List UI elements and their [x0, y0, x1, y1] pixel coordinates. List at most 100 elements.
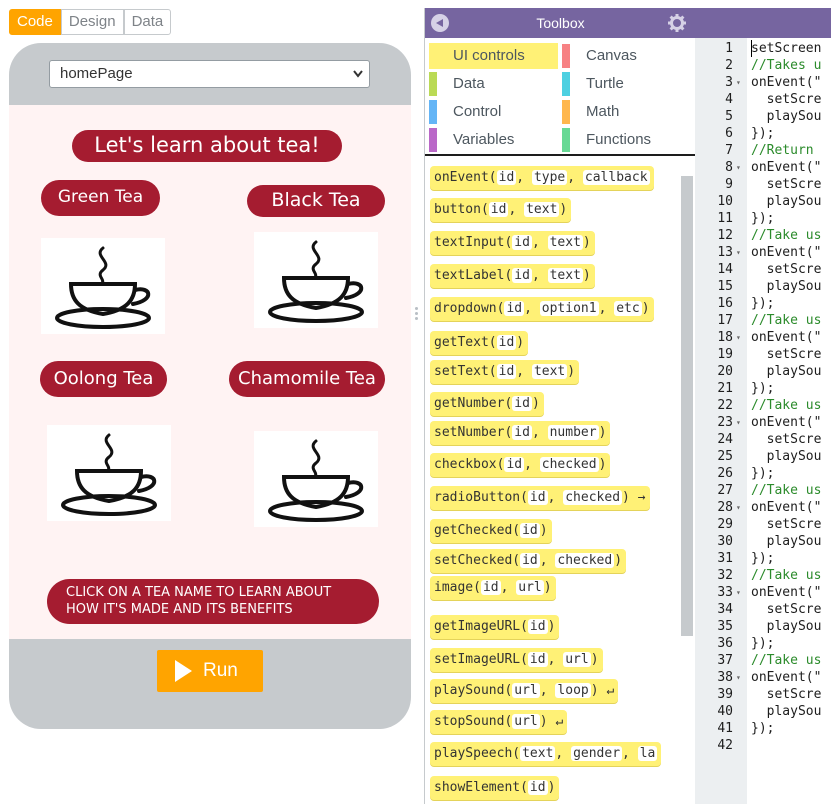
black-tea-button[interactable]: Black Tea	[247, 185, 385, 217]
fold-arrow-icon[interactable]: ▾	[736, 329, 744, 346]
screen-select-value: homePage	[60, 65, 133, 82]
run-button[interactable]: Run	[157, 650, 263, 692]
line-number: 26	[717, 466, 733, 481]
code-line: 7 //Return	[695, 142, 831, 159]
code-text: playSou	[751, 279, 822, 294]
oolong-tea-button[interactable]: Oolong Tea	[40, 361, 167, 397]
block-argument: url	[512, 683, 540, 698]
block-argument: option1	[539, 301, 599, 316]
code-block[interactable]: textLabel(id, text)	[430, 264, 595, 288]
toolbox-category[interactable]: Variables	[429, 127, 558, 153]
phone-emulator: homePage Let's learn about tea! Green Te…	[9, 43, 411, 729]
code-block[interactable]: image(id, url)	[430, 576, 556, 600]
tea-cup-image	[41, 238, 165, 334]
code-text: });	[751, 466, 775, 481]
toolbox-category[interactable]: UI controls	[429, 43, 558, 69]
line-number: 34	[717, 602, 733, 617]
code-block[interactable]: setImageURL(id, url)	[430, 648, 603, 672]
fold-arrow-icon[interactable]: ▾	[736, 244, 744, 261]
code-text: //Take us	[751, 568, 822, 583]
code-line: 32 //Take us	[695, 567, 831, 584]
line-number: 39	[717, 687, 733, 702]
instruction-line: CLICK ON A TEA NAME TO LEARN ABOUT	[66, 585, 332, 600]
code-text: });	[751, 126, 775, 141]
gear-icon[interactable]	[668, 14, 686, 32]
toolbox-scrollbar[interactable]	[681, 176, 693, 636]
toolbox-category[interactable]: Canvas	[562, 43, 692, 69]
block-argument: url	[563, 652, 591, 667]
design-mode-button[interactable]: Design	[60, 9, 124, 35]
fold-arrow-icon[interactable]: ▾	[736, 74, 744, 91]
toolbox-category[interactable]: Math	[562, 99, 692, 125]
code-text: onEvent("	[751, 500, 822, 515]
line-number: 17	[717, 313, 733, 328]
code-text: onEvent("	[751, 245, 822, 260]
line-number: 31	[717, 551, 733, 566]
block-argument: text	[547, 235, 583, 250]
code-block[interactable]: getChecked(id)	[430, 519, 552, 543]
code-mode-button[interactable]: Code	[9, 9, 61, 35]
toolbox-category[interactable]: Functions	[562, 127, 692, 153]
line-number: 14	[717, 262, 733, 277]
code-line: 37 //Take us	[695, 652, 831, 669]
toolbox-category[interactable]: Control	[429, 99, 558, 125]
category-color-swatch	[429, 100, 437, 124]
code-block[interactable]: playSound(url, loop) ↵	[430, 679, 619, 703]
code-line: 39 setScre	[695, 686, 831, 703]
data-mode-button[interactable]: Data	[123, 9, 172, 35]
code-line: 25 playSou	[695, 448, 831, 465]
code-block[interactable]: getText(id)	[430, 331, 529, 355]
code-block[interactable]: textInput(id, text)	[430, 231, 595, 255]
code-block[interactable]: getImageURL(id)	[430, 615, 560, 639]
code-block[interactable]: checkbox(id, checked)	[430, 453, 611, 477]
chamomile-tea-button[interactable]: Chamomile Tea	[229, 361, 385, 397]
code-block[interactable]: showElement(id)	[430, 776, 560, 800]
line-number: 22	[717, 398, 733, 413]
category-label: Math	[586, 103, 620, 120]
screen-select[interactable]: homePage	[49, 60, 370, 88]
code-line: 30 playSou	[695, 533, 831, 550]
code-line: 31});	[695, 550, 831, 567]
editor-header	[695, 8, 831, 38]
code-block[interactable]: radioButton(id, checked) →	[430, 486, 650, 510]
code-block[interactable]: setChecked(id, checked)	[430, 549, 627, 573]
code-text: //Return	[751, 143, 822, 158]
code-editor[interactable]: 1 setScreen 2//Takes u 3 ▾ onEvent(" 4 setScre…	[695, 8, 831, 804]
code-block[interactable]: onEvent(id, type, callback	[430, 166, 654, 190]
code-block[interactable]: playSpeech(text, gender, la	[430, 742, 662, 766]
toolbox-category[interactable]: Data	[429, 71, 558, 97]
fold-arrow-icon[interactable]: ▾	[736, 159, 744, 176]
code-text: playSou	[751, 194, 822, 209]
code-block[interactable]: getNumber(id)	[430, 392, 544, 416]
fold-arrow-icon[interactable]: ▾	[736, 669, 744, 686]
block-argument: type	[531, 170, 568, 185]
code-block[interactable]: dropdown(id, option1, etc)	[430, 297, 654, 321]
fold-arrow-icon[interactable]: ▾	[736, 499, 744, 516]
fold-arrow-icon[interactable]: ▾	[736, 584, 744, 601]
line-number: 15	[717, 279, 733, 294]
toolbox-category[interactable]: Turtle	[562, 71, 692, 97]
resize-handle[interactable]	[412, 305, 420, 329]
code-block[interactable]: button(id, text)	[430, 198, 572, 222]
code-text: //Take us	[751, 398, 822, 413]
app-lab-window: Code Design Data homePage Let's learn ab…	[0, 0, 831, 804]
fold-arrow-icon[interactable]: ▾	[736, 414, 744, 431]
code-line: 34 setScre	[695, 601, 831, 618]
block-argument: checked	[563, 490, 623, 505]
code-block[interactable]: stopSound(url) ↵	[430, 710, 568, 734]
code-block[interactable]: setText(id, text)	[430, 360, 580, 384]
code-text: });	[751, 551, 775, 566]
code-text: setScre	[751, 177, 822, 192]
category-color-swatch	[562, 100, 570, 124]
code-line: 19 setScre	[695, 346, 831, 363]
line-number: 21	[717, 381, 733, 396]
green-tea-button[interactable]: Green Tea	[41, 180, 160, 216]
tea-cup-image	[254, 232, 378, 328]
code-line: 36});	[695, 635, 831, 652]
code-text: playSou	[751, 619, 822, 634]
code-text: //Take us	[751, 313, 822, 328]
code-block[interactable]: setNumber(id, number)	[430, 421, 611, 445]
line-number: 18	[717, 330, 733, 345]
run-button-label: Run	[203, 660, 238, 681]
code-line: 10 playSou	[695, 193, 831, 210]
